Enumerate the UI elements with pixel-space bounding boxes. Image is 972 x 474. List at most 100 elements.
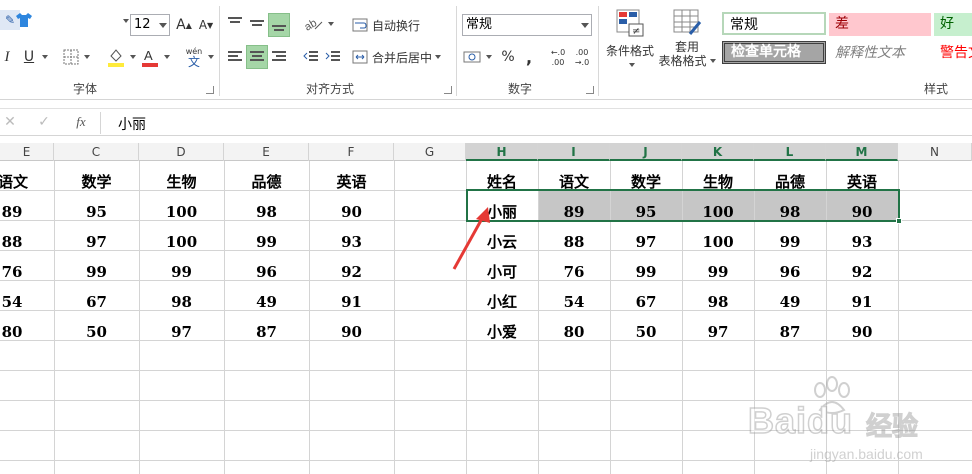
phonetic-dropdown[interactable] bbox=[204, 46, 214, 68]
table-cell[interactable]: 99 bbox=[682, 257, 754, 287]
table-cell[interactable]: 76 bbox=[0, 257, 34, 287]
comma-button[interactable]: , bbox=[522, 46, 536, 68]
font-color-icon[interactable]: A bbox=[140, 46, 160, 68]
formula-input[interactable]: 小丽 bbox=[118, 114, 146, 134]
table-cell[interactable]: 100 bbox=[682, 227, 754, 257]
enter-icon[interactable]: ✓ bbox=[36, 113, 52, 131]
table-cell[interactable]: 54 bbox=[538, 287, 610, 317]
table-cell[interactable]: 50 bbox=[610, 317, 682, 347]
table-cell[interactable]: 67 bbox=[610, 287, 682, 317]
table-cell[interactable]: 99 bbox=[54, 257, 139, 287]
table-cell[interactable]: 90 bbox=[309, 197, 394, 227]
table-cell[interactable]: 80 bbox=[0, 317, 34, 347]
table-cell[interactable]: 小爱 bbox=[466, 317, 538, 347]
table-cell[interactable]: 97 bbox=[139, 317, 224, 347]
increase-decimal-button[interactable]: ←.0 .00 bbox=[548, 46, 568, 70]
currency-dropdown[interactable] bbox=[482, 46, 492, 68]
phonetic-button[interactable]: wén 文 bbox=[184, 44, 204, 70]
table-cell[interactable]: 89 bbox=[0, 197, 34, 227]
table-cell[interactable]: 80 bbox=[538, 317, 610, 347]
table-cell[interactable]: 93 bbox=[309, 227, 394, 257]
decrease-decimal-button[interactable]: .00 →.0 bbox=[572, 46, 592, 70]
table-cell[interactable]: 97 bbox=[682, 317, 754, 347]
column-header-m[interactable]: M bbox=[826, 143, 898, 161]
header-cell[interactable]: 数学 bbox=[54, 167, 139, 197]
insert-function-icon[interactable]: fx bbox=[72, 113, 90, 131]
orientation-icon[interactable]: ab bbox=[302, 14, 324, 34]
column-header-e[interactable]: E bbox=[0, 143, 54, 161]
table-cell[interactable]: 96 bbox=[754, 257, 826, 287]
column-header-k[interactable]: K bbox=[682, 143, 754, 161]
header-cell[interactable]: 语文 bbox=[0, 167, 54, 197]
selection-range[interactable] bbox=[466, 189, 900, 222]
table-cell[interactable]: 98 bbox=[682, 287, 754, 317]
table-cell[interactable]: 87 bbox=[754, 317, 826, 347]
style-warning[interactable]: 警告文 bbox=[934, 42, 972, 65]
fill-color-dropdown[interactable] bbox=[126, 46, 136, 68]
column-header-h[interactable]: H bbox=[466, 143, 538, 161]
style-good[interactable]: 好 bbox=[934, 13, 972, 36]
table-cell[interactable]: 97 bbox=[610, 227, 682, 257]
table-cell[interactable]: 90 bbox=[826, 317, 898, 347]
column-header-e2[interactable]: E bbox=[224, 143, 309, 161]
conditional-formatting-button[interactable]: ≠ 条件格式 bbox=[602, 8, 658, 74]
table-cell[interactable]: 90 bbox=[309, 317, 394, 347]
wrap-text-button[interactable]: 自动换行 bbox=[352, 14, 432, 36]
table-cell[interactable]: 87 bbox=[224, 317, 309, 347]
worksheet-grid[interactable]: 语文 数学 生物 品德 英语 89 95 100 98 90 88 97 100… bbox=[0, 161, 972, 474]
currency-icon[interactable] bbox=[462, 46, 482, 68]
align-middle-icon[interactable] bbox=[248, 14, 266, 32]
table-cell[interactable]: 93 bbox=[826, 227, 898, 257]
align-left-icon[interactable] bbox=[226, 46, 244, 68]
style-normal[interactable]: 常规 bbox=[722, 12, 826, 35]
table-cell[interactable]: 92 bbox=[826, 257, 898, 287]
fill-color-icon[interactable] bbox=[106, 46, 126, 68]
table-cell[interactable]: 50 bbox=[54, 317, 139, 347]
table-cell[interactable]: 98 bbox=[139, 287, 224, 317]
column-header-l[interactable]: L bbox=[754, 143, 826, 161]
number-dialog-launcher[interactable] bbox=[586, 86, 594, 94]
column-header-j[interactable]: J bbox=[610, 143, 682, 161]
merge-center-button[interactable]: 合并后居中 bbox=[352, 46, 444, 68]
italic-button[interactable]: I bbox=[0, 46, 14, 68]
shrink-font-button[interactable]: A ▼ bbox=[198, 14, 214, 36]
column-header-c[interactable]: C bbox=[54, 143, 139, 161]
align-center-icon[interactable] bbox=[246, 45, 268, 69]
font-color-shirt-icon[interactable] bbox=[14, 10, 34, 30]
percent-button[interactable]: % bbox=[500, 46, 516, 68]
table-cell[interactable]: 91 bbox=[826, 287, 898, 317]
table-cell[interactable]: 91 bbox=[309, 287, 394, 317]
table-cell[interactable]: 100 bbox=[139, 227, 224, 257]
table-cell[interactable]: 88 bbox=[0, 227, 34, 257]
table-cell[interactable]: 92 bbox=[309, 257, 394, 287]
align-top-icon[interactable] bbox=[226, 14, 244, 32]
font-size-select[interactable]: 12 bbox=[130, 14, 170, 36]
table-cell[interactable]: 100 bbox=[139, 197, 224, 227]
table-cell[interactable]: 98 bbox=[224, 197, 309, 227]
table-cell[interactable]: 88 bbox=[538, 227, 610, 257]
underline-dropdown[interactable] bbox=[38, 46, 48, 68]
table-cell[interactable]: 99 bbox=[610, 257, 682, 287]
border-dropdown[interactable] bbox=[80, 46, 90, 68]
column-header-g[interactable]: G bbox=[394, 143, 466, 161]
table-cell[interactable]: 49 bbox=[224, 287, 309, 317]
table-cell[interactable]: 76 bbox=[538, 257, 610, 287]
grow-font-button[interactable]: A ▲ bbox=[176, 14, 192, 36]
align-right-icon[interactable] bbox=[270, 46, 288, 68]
font-color-dropdown[interactable] bbox=[160, 46, 170, 68]
increase-indent-icon[interactable] bbox=[324, 46, 342, 68]
font-dropdown-caret-icon[interactable] bbox=[118, 14, 130, 28]
table-cell[interactable]: 97 bbox=[54, 227, 139, 257]
style-explanatory[interactable]: 解释性文本 bbox=[829, 42, 931, 65]
font-dialog-launcher[interactable] bbox=[206, 86, 214, 94]
underline-button[interactable]: U bbox=[20, 46, 38, 68]
cancel-icon[interactable]: ✕ bbox=[2, 113, 18, 131]
style-check-cell[interactable]: 检查单元格 bbox=[722, 41, 826, 64]
header-cell[interactable]: 英语 bbox=[309, 167, 394, 197]
header-cell[interactable]: 品德 bbox=[224, 167, 309, 197]
table-cell[interactable]: 95 bbox=[54, 197, 139, 227]
border-icon[interactable] bbox=[62, 48, 80, 66]
format-as-table-button[interactable]: 套用 表格格式 bbox=[656, 8, 718, 74]
header-cell[interactable]: 生物 bbox=[139, 167, 224, 197]
table-cell[interactable]: 67 bbox=[54, 287, 139, 317]
